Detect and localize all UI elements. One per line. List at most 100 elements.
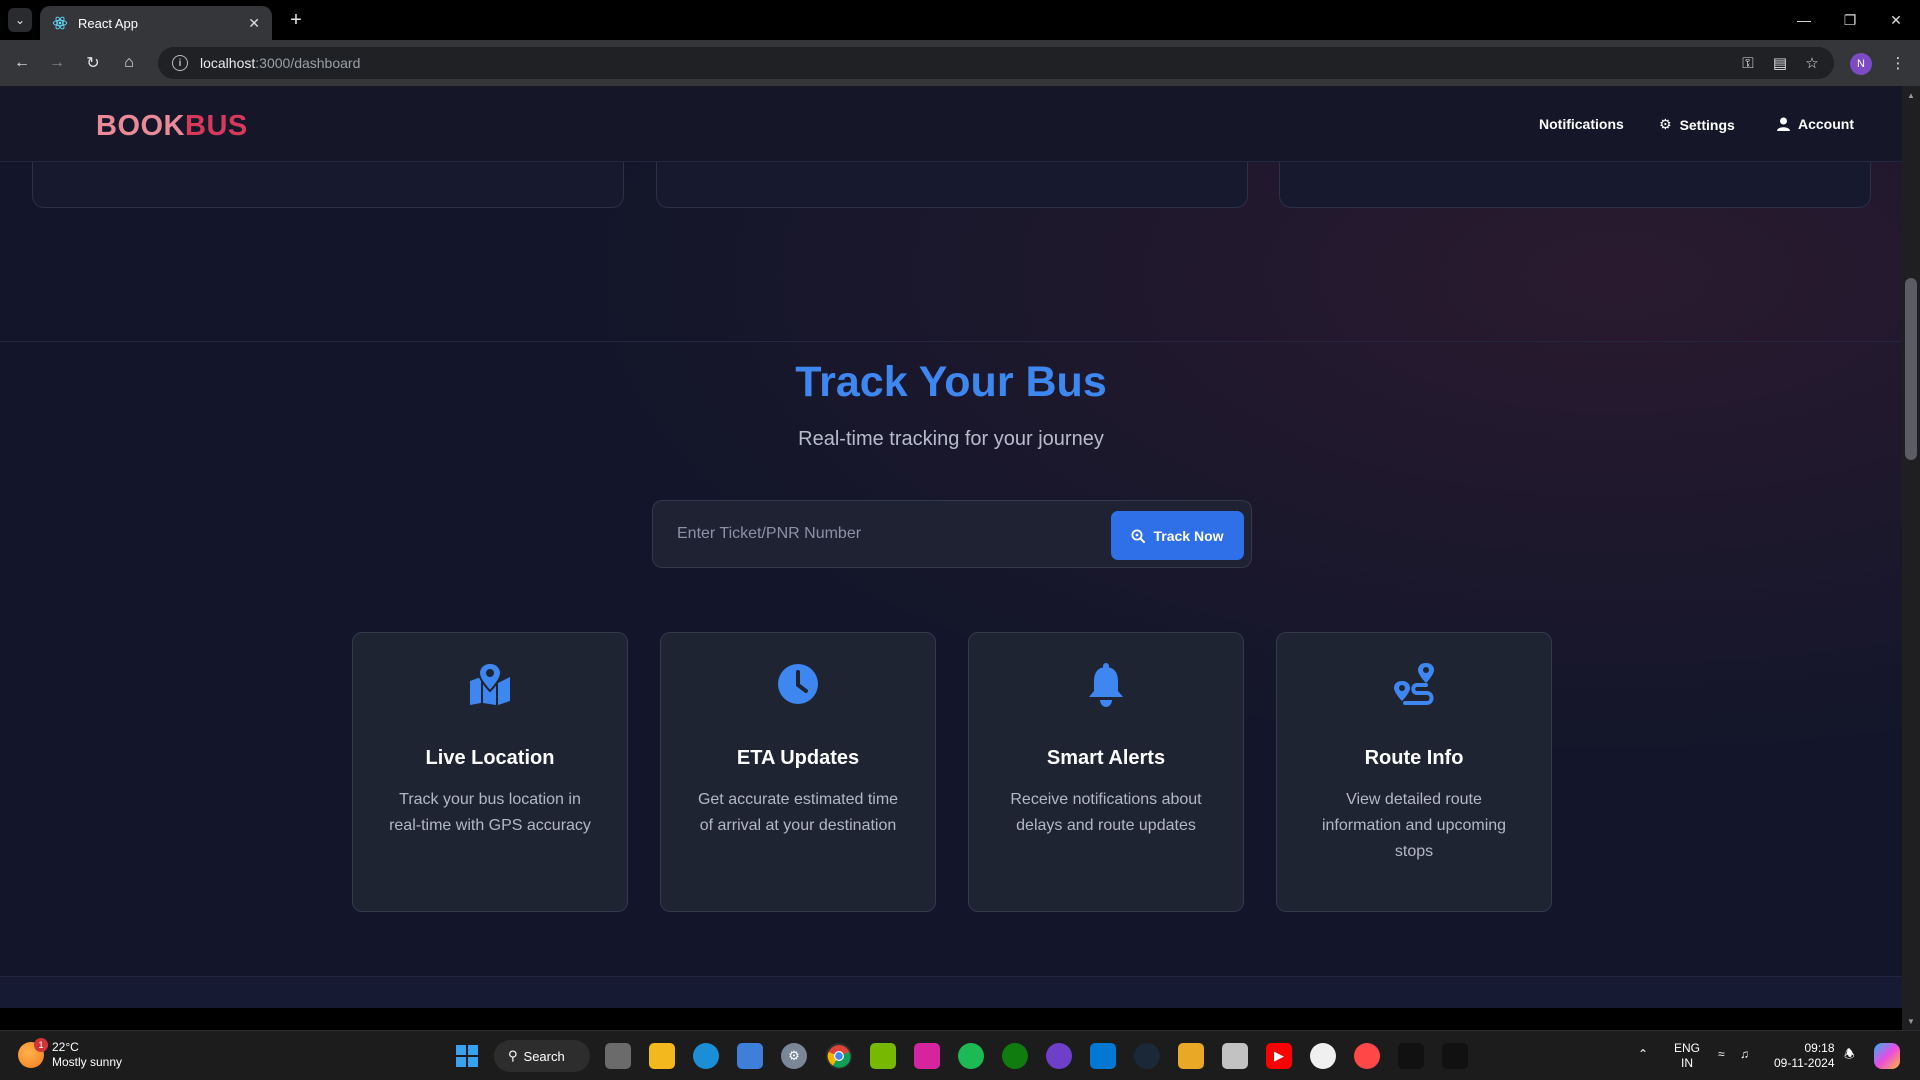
new-tab-icon[interactable]: + — [284, 8, 308, 32]
vscode-icon[interactable] — [1090, 1043, 1116, 1069]
restore-icon[interactable]: ❐ — [1830, 6, 1870, 34]
spotify-icon[interactable] — [958, 1043, 984, 1069]
search-location-icon — [1131, 529, 1146, 543]
site-header: BOOKBUS Notifications ⚙ Settings Account — [0, 86, 1902, 162]
page-viewport: BOOKBUS Notifications ⚙ Settings Account… — [0, 86, 1902, 1030]
edge-icon[interactable] — [693, 1043, 719, 1069]
taskbar-search[interactable]: ⚲ Search — [494, 1040, 590, 1072]
feature-card-eta-updates: ETA Updates Get accurate estimated time … — [660, 632, 936, 912]
window-close-icon[interactable]: ✕ — [1876, 6, 1916, 34]
windows-start-icon[interactable] — [454, 1043, 480, 1069]
nav-notifications[interactable]: Notifications — [1539, 116, 1624, 132]
forward-icon[interactable]: → — [43, 49, 71, 77]
notification-bell-icon[interactable]: 🕭 — [1844, 1047, 1855, 1062]
browser-toolbar: ← → ↻ ⌂ i localhost:3000/dashboard ⚿ ▤ ☆… — [0, 40, 1920, 86]
store-icon[interactable] — [737, 1043, 763, 1069]
tab-list-chevron-icon[interactable]: ⌄ — [8, 8, 32, 32]
youtube-icon[interactable]: ▶ — [1266, 1043, 1292, 1069]
chrome-icon[interactable] — [826, 1043, 852, 1069]
feature-description: Get accurate estimated time of arrival a… — [697, 791, 899, 834]
map-location-icon — [470, 663, 510, 705]
bookmark-star-icon[interactable]: ☆ — [1798, 49, 1826, 77]
pnr-input[interactable] — [667, 511, 1097, 557]
reload-icon[interactable]: ↻ — [79, 49, 107, 77]
volume-icon[interactable]: ♫ — [1740, 1047, 1749, 1062]
tab-title: React App — [78, 15, 138, 31]
epic-games-2-icon[interactable] — [1442, 1043, 1468, 1069]
copilot-icon[interactable] — [1874, 1043, 1900, 1069]
nav-notifications-label: Notifications — [1539, 116, 1624, 132]
taskbar: 1 22°C Mostly sunny ⚲ Search ⚙ ▶ ⌃ ENG I… — [0, 1030, 1920, 1080]
track-now-label: Track Now — [1153, 527, 1224, 544]
route-icon — [1394, 663, 1434, 705]
track-subtitle: Real-time tracking for your journey — [798, 428, 1104, 450]
site-info-icon[interactable]: i — [172, 55, 188, 71]
lang-bottom: IN — [1681, 1056, 1693, 1070]
address-bar[interactable]: i localhost:3000/dashboard — [158, 47, 1834, 79]
clock-icon — [778, 664, 818, 704]
instagram-icon[interactable] — [914, 1043, 940, 1069]
feature-title: ETA Updates — [736, 747, 860, 769]
user-icon — [1777, 117, 1790, 131]
install-app-icon[interactable]: ▤ — [1766, 49, 1794, 77]
language-indicator[interactable]: ENG IN — [1674, 1041, 1700, 1071]
file-explorer-icon[interactable] — [649, 1043, 675, 1069]
feature-card-route-info: Route Info View detailed route informati… — [1276, 632, 1552, 912]
brand-logo[interactable]: BOOKBUS — [96, 110, 248, 143]
weather-badge: 1 — [34, 1038, 48, 1052]
steam-icon[interactable] — [1134, 1043, 1160, 1069]
search-icon: ⚲ — [508, 1048, 518, 1063]
track-title: Track Your Bus — [795, 358, 1107, 406]
scrollbar-thumb[interactable] — [1905, 278, 1917, 460]
browser-tab[interactable]: React App ✕ — [40, 6, 272, 40]
password-key-icon[interactable]: ⚿ — [1734, 49, 1762, 77]
clock[interactable]: 09:18 09-11-2024 — [1774, 1041, 1835, 1071]
track-now-button[interactable]: Track Now — [1111, 511, 1244, 560]
nav-account[interactable]: Account — [1777, 116, 1854, 132]
tray-chevron-icon[interactable]: ⌃ — [1638, 1047, 1648, 1062]
previous-card — [656, 162, 1248, 208]
nav-settings[interactable]: ⚙ Settings — [1659, 116, 1735, 133]
scrollbar-track[interactable] — [1902, 86, 1920, 1030]
feature-description: Track your bus location in real-time wit… — [389, 791, 591, 834]
scroll-up-icon[interactable]: ▲ — [1904, 88, 1918, 102]
logo-book: BOOK — [96, 110, 185, 142]
track-form: Track Now — [652, 500, 1252, 568]
settings-app-icon[interactable]: ⚙ — [781, 1043, 807, 1069]
weather-widget[interactable]: 1 22°C Mostly sunny — [18, 1038, 123, 1070]
scroll-down-icon[interactable]: ▼ — [1904, 1014, 1918, 1028]
task-view-icon[interactable] — [605, 1043, 631, 1069]
weather-desc: Mostly sunny — [52, 1055, 123, 1069]
clock-time: 09:18 — [1804, 1041, 1835, 1055]
feature-card-live-location: Live Location Track your bus location in… — [352, 632, 628, 912]
page-bottom-edge — [0, 1008, 1902, 1030]
back-icon[interactable]: ← — [8, 49, 36, 77]
feature-title: Route Info — [1364, 747, 1464, 769]
react-icon — [52, 16, 68, 30]
wifi-icon[interactable]: ≈ — [1718, 1047, 1725, 1062]
git-app-icon[interactable] — [1178, 1043, 1204, 1069]
github-icon[interactable] — [1046, 1043, 1072, 1069]
logo-bus: BUS — [185, 110, 248, 142]
profile-avatar[interactable]: N — [1850, 53, 1872, 75]
taskbar-search-label: Search — [523, 1048, 565, 1064]
minimize-icon[interactable]: — — [1784, 6, 1824, 34]
browser-menu-icon[interactable]: ⋮ — [1884, 49, 1912, 77]
url-host: localhost — [200, 55, 256, 71]
feature-title: Live Location — [425, 747, 555, 769]
gear-icon: ⚙ — [1659, 116, 1672, 132]
previous-card — [1279, 162, 1871, 208]
feature-description: View detailed route information and upco… — [1321, 791, 1507, 860]
obs-icon[interactable] — [1310, 1043, 1336, 1069]
lang-top: ENG — [1674, 1041, 1701, 1055]
home-icon[interactable]: ⌂ — [115, 49, 143, 77]
feature-card-smart-alerts: Smart Alerts Receive notifications about… — [968, 632, 1244, 912]
clock-date: 09-11-2024 — [1774, 1056, 1835, 1070]
ea-app-icon[interactable] — [1354, 1043, 1380, 1069]
xbox-icon[interactable] — [1002, 1043, 1028, 1069]
epic-games-icon[interactable] — [1398, 1043, 1424, 1069]
feature-description: Receive notifications about delays and r… — [1010, 791, 1202, 834]
tab-close-icon[interactable]: ✕ — [248, 15, 260, 32]
nvidia-icon[interactable] — [870, 1043, 896, 1069]
office-app-icon[interactable] — [1222, 1043, 1248, 1069]
